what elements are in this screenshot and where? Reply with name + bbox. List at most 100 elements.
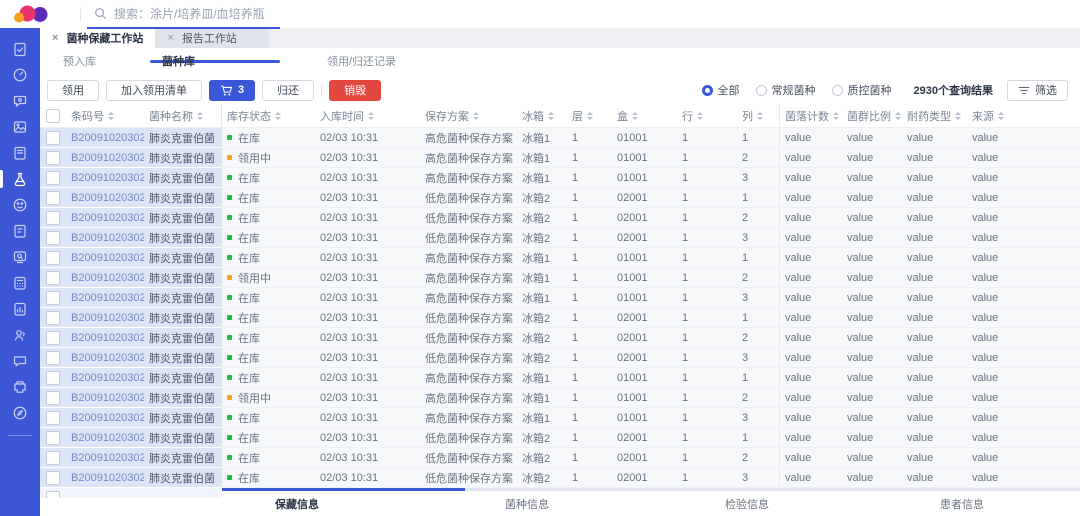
workstation-tab-0[interactable]: ×菌种保藏工作站 [40,28,155,48]
sidebar-item-compass[interactable] [0,400,40,426]
radio-0[interactable]: 全部 [702,82,740,98]
row-checkbox[interactable] [46,151,60,165]
sort-icon[interactable] [697,112,703,120]
sort-icon[interactable] [368,112,374,120]
sidebar-item-calculator[interactable] [0,270,40,296]
sort-icon[interactable] [108,112,114,120]
sort-icon[interactable] [197,112,203,120]
sort-icon[interactable] [548,112,554,120]
column-header-box[interactable]: 盒 [612,108,677,124]
barcode-link[interactable]: B200910203021 [66,472,144,484]
barcode-link[interactable]: B200910203021 [66,312,144,324]
sidebar-item-printer[interactable] [0,374,40,400]
table-row[interactable]: B200910203021肺炎克雷伯菌在库02/03 10:31高危菌种保存方案… [40,128,1080,148]
barcode-link[interactable]: B200910203021 [66,432,144,444]
column-header-count[interactable]: 菌落计数 [780,108,842,124]
table-row[interactable]: B200910203021肺炎克雷伯菌在库02/03 10:31高危菌种保存方案… [40,168,1080,188]
row-checkbox[interactable] [46,391,60,405]
sidebar-item-user-voice[interactable] [0,322,40,348]
subtab-2[interactable]: 领用/归还记录 [327,53,396,69]
radio-2[interactable]: 质控菌种 [832,82,892,98]
sidebar-item-palette[interactable] [0,192,40,218]
sidebar-item-chat-settings[interactable] [0,88,40,114]
row-checkbox[interactable] [46,351,60,365]
select-all-checkbox[interactable] [46,109,60,123]
table-row[interactable]: B200910203021肺炎克雷伯菌在库02/03 10:31高危菌种保存方案… [40,408,1080,428]
row-checkbox[interactable] [46,451,60,465]
workstation-tab-1[interactable]: ×报告工作站 [155,28,269,48]
sidebar-item-monitor-search[interactable] [0,244,40,270]
add-to-list-button[interactable]: 加入领用清单 [106,80,202,101]
subtab-0[interactable]: 预入库 [63,53,96,69]
column-header-ratio[interactable]: 菌群比例 [842,108,902,124]
sidebar-item-image[interactable] [0,114,40,140]
table-row[interactable]: B200910203021肺炎克雷伯菌领用中02/03 10:31高危菌种保存方… [40,148,1080,168]
table-row[interactable]: B200910203021肺炎克雷伯菌在库02/03 10:31高危菌种保存方案… [40,248,1080,268]
sidebar-item-clipboard-check[interactable] [0,36,40,62]
footer-tab-3[interactable]: 患者信息 [940,496,984,512]
row-checkbox[interactable] [46,271,60,285]
row-checkbox[interactable] [46,371,60,385]
column-header-name[interactable]: 菌种名称 [144,108,221,124]
table-row[interactable]: B200910203021肺炎克雷伯菌在库02/03 10:31低危菌种保存方案… [40,228,1080,248]
row-checkbox[interactable] [46,291,60,305]
barcode-link[interactable]: B200910203021 [66,152,144,164]
barcode-link[interactable]: B200910203021 [66,172,144,184]
barcode-link[interactable]: B200910203021 [66,332,144,344]
sort-icon[interactable] [587,112,593,120]
barcode-link[interactable]: B200910203021 [66,352,144,364]
barcode-link[interactable]: B200910203021 [66,292,144,304]
receive-button[interactable]: 领用 [47,80,99,101]
barcode-link[interactable]: B200910203021 [66,392,144,404]
column-header-barcode[interactable]: 条码号 [66,108,144,124]
sidebar-item-archive[interactable] [0,140,40,166]
sort-icon[interactable] [833,112,839,120]
row-checkbox[interactable] [46,211,60,225]
barcode-link[interactable]: B200910203021 [66,192,144,204]
return-button[interactable]: 归还 [262,80,314,101]
sidebar-item-file-sync[interactable] [0,218,40,244]
row-checkbox[interactable] [46,131,60,145]
horizontal-scrollbar-thumb[interactable] [222,488,465,491]
sort-icon[interactable] [757,112,763,120]
row-checkbox[interactable] [46,331,60,345]
table-row[interactable]: B200910203021肺炎克雷伯菌在库02/03 10:31高危菌种保存方案… [40,368,1080,388]
sort-icon[interactable] [632,112,638,120]
row-checkbox[interactable] [46,431,60,445]
sidebar-item-chat-bubble[interactable] [0,348,40,374]
sort-icon[interactable] [998,112,1004,120]
table-row[interactable]: B200910203021肺炎克雷伯菌在库02/03 10:31低危菌种保存方案… [40,428,1080,448]
sort-icon[interactable] [955,112,961,120]
barcode-link[interactable]: B200910203021 [66,212,144,224]
close-icon[interactable]: × [52,33,58,44]
filter-button[interactable]: 筛选 [1007,80,1068,101]
column-header-source[interactable]: 来源 [967,108,1080,124]
sidebar-item-report-chart[interactable] [0,296,40,322]
row-checkbox[interactable] [46,471,60,485]
table-row[interactable]: B200910203021肺炎克雷伯菌在库02/03 10:31低危菌种保存方案… [40,448,1080,468]
table-row[interactable]: B200910203021肺炎克雷伯菌领用中02/03 10:31高危菌种保存方… [40,268,1080,288]
barcode-link[interactable]: B200910203021 [66,372,144,384]
barcode-link[interactable]: B200910203021 [66,232,144,244]
sort-icon[interactable] [895,112,901,120]
table-row[interactable]: B200910203021肺炎克雷伯菌在库02/03 10:31低危菌种保存方案… [40,328,1080,348]
close-icon[interactable]: × [167,33,173,44]
table-row[interactable]: B200910203021肺炎克雷伯菌在库02/03 10:31低危菌种保存方案… [40,188,1080,208]
destroy-button[interactable]: 销毁 [329,80,381,101]
footer-tab-1[interactable]: 菌种信息 [505,496,549,512]
barcode-link[interactable]: B200910203021 [66,132,144,144]
row-checkbox[interactable] [46,491,60,498]
table-row[interactable]: B200910203021肺炎克雷伯菌领用中02/03 10:31高危菌种保存方… [40,388,1080,408]
sort-icon[interactable] [473,112,479,120]
column-header-fridge[interactable]: 冰箱 [517,108,567,124]
barcode-link[interactable]: B200910203021 [66,452,144,464]
subtab-1[interactable]: 菌种库 [162,53,195,69]
cart-button[interactable]: 3 [209,80,255,101]
footer-tab-0[interactable]: 保藏信息 [275,496,319,512]
row-checkbox[interactable] [46,311,60,325]
row-checkbox[interactable] [46,251,60,265]
table-row[interactable]: B200910203021肺炎克雷伯菌在库02/03 10:31低危菌种保存方案… [40,208,1080,228]
row-checkbox[interactable] [46,411,60,425]
table-row[interactable]: B200910203021肺炎克雷伯菌在库02/03 10:31高危菌种保存方案… [40,288,1080,308]
row-checkbox[interactable] [46,171,60,185]
